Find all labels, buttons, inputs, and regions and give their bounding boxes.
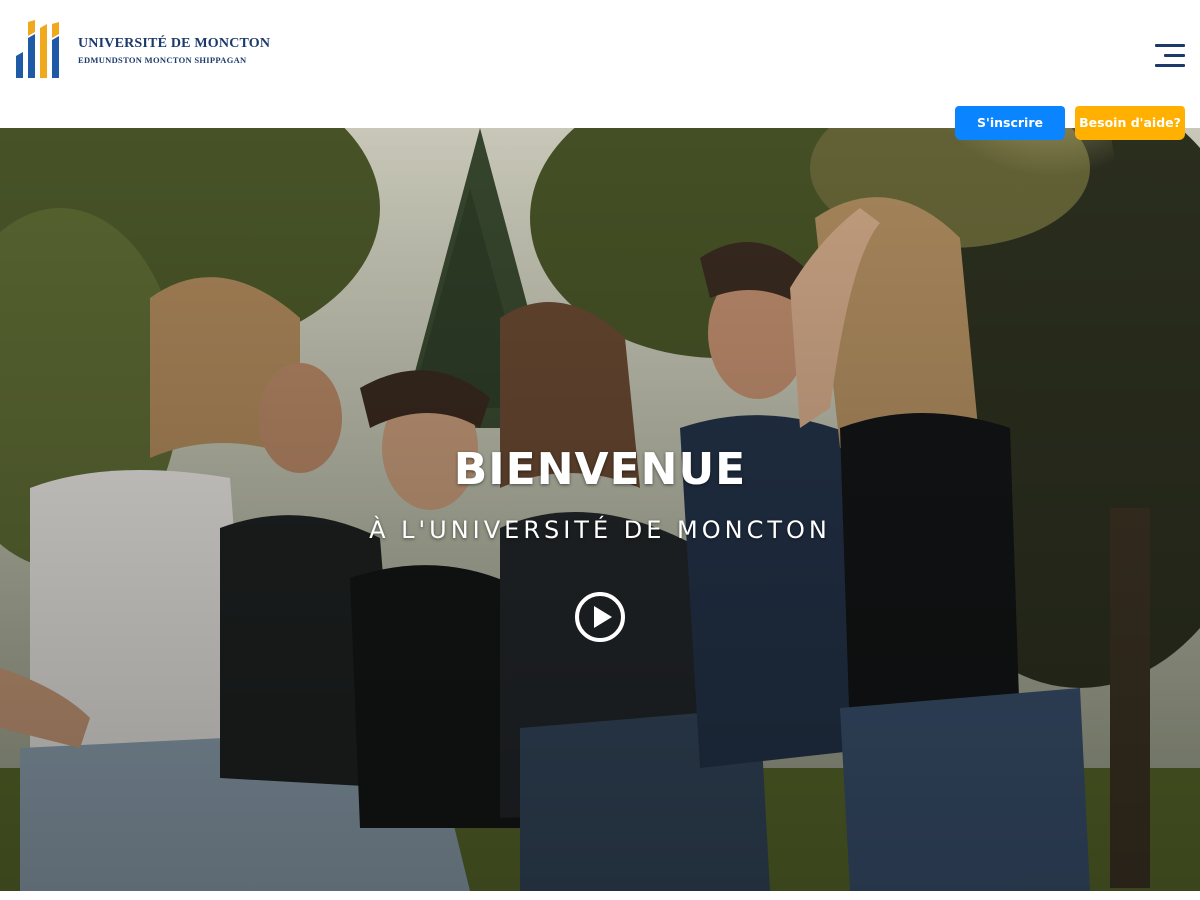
play-circle-icon[interactable] <box>574 591 626 643</box>
logo-campuses: EDMUNDSTON MONCTON SHIPPAGAN <box>78 54 247 65</box>
help-button[interactable]: Besoin d'aide? <box>1075 106 1185 140</box>
register-button[interactable]: S'inscrire <box>955 106 1065 140</box>
hero-subtitle: À L'UNIVERSITÉ DE MONCTON <box>369 516 831 544</box>
hero-title: BIENVENUE <box>453 444 747 495</box>
university-logo-icon <box>16 20 59 78</box>
hamburger-menu-icon[interactable] <box>1152 42 1188 70</box>
university-logo[interactable]: UNIVERSITÉ DE MONCTON EDMUNDSTON MONCTON… <box>14 20 270 80</box>
hero-banner: BIENVENUE À L'UNIVERSITÉ DE MONCTON <box>0 128 1200 891</box>
hero-background-photo <box>0 128 1200 891</box>
logo-university-name: UNIVERSITÉ DE MONCTON <box>78 35 271 51</box>
page-bottom-strip <box>0 891 1200 900</box>
logo-wordmark: UNIVERSITÉ DE MONCTON EDMUNDSTON MONCTON… <box>78 35 270 66</box>
